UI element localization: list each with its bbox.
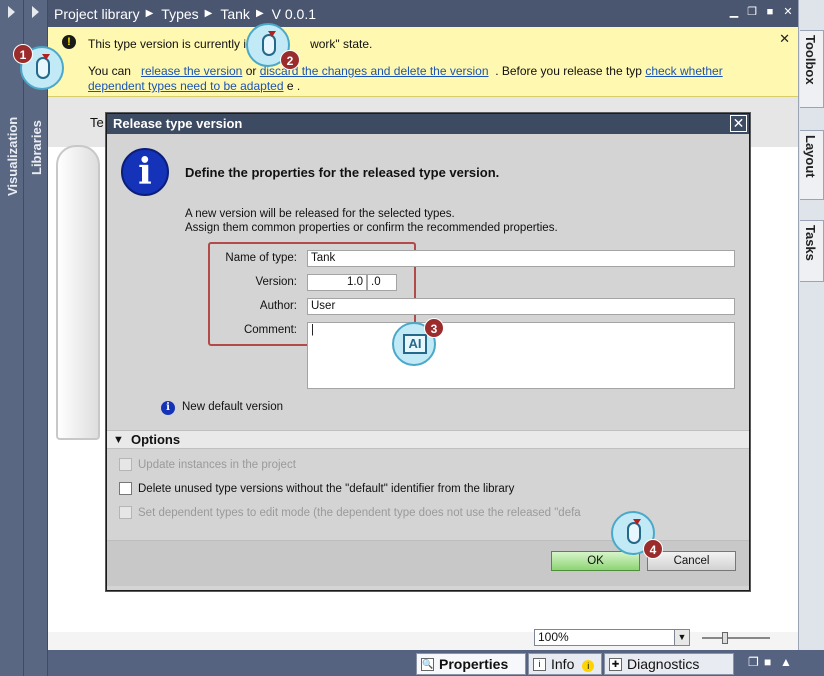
breadcrumb-tank[interactable]: Tank: [220, 6, 250, 22]
breadcrumb-version[interactable]: V 0.0.1: [272, 6, 316, 22]
dialog-heading: Define the properties for the released t…: [185, 165, 500, 180]
tab-diagnostics-label: Diagnostics: [627, 656, 700, 672]
diagnostics-icon: ✚: [609, 658, 622, 671]
layout-tab-label: Layout: [803, 135, 818, 178]
expand-arrow-icon[interactable]: [32, 6, 39, 18]
properties-icon: 🔍: [421, 658, 434, 671]
option-update-instances-label: Update instances in the project: [138, 458, 296, 471]
tab-properties[interactable]: 🔍 Properties: [416, 653, 526, 675]
left-side-panels: Visualization Libraries: [0, 0, 48, 676]
step-marker: 1: [13, 44, 33, 64]
release-version-link[interactable]: release the version: [141, 64, 242, 78]
dialog-description-line1: A new version will be released for the s…: [185, 208, 455, 220]
option-set-dependent-types-label: Set dependent types to edit mode (the de…: [138, 506, 581, 519]
step-marker: 4: [643, 539, 663, 559]
expand-arrow-icon[interactable]: [8, 6, 15, 18]
options-section-header[interactable]: ▼ Options: [107, 430, 749, 449]
info-bar-status-end: work" state.: [310, 37, 373, 51]
comment-label: Comment:: [243, 324, 297, 336]
name-of-type-input[interactable]: Tank: [307, 250, 735, 267]
window-controls: ▁ ❐ ■ ✕: [728, 6, 794, 18]
breadcrumb-project-library[interactable]: Project library: [54, 6, 140, 22]
info-icon: i: [533, 658, 546, 671]
tasks-tab-label: Tasks: [803, 225, 818, 261]
dialog-description-line2: Assign them common properties or confirm…: [185, 222, 558, 234]
tab-properties-label: Properties: [439, 656, 509, 672]
version-minor-input[interactable]: .0: [367, 274, 397, 291]
name-of-type-label: Name of type:: [225, 252, 297, 264]
warning-icon: !: [62, 35, 76, 49]
chevron-down-icon[interactable]: ▼: [113, 431, 124, 449]
zoom-value: 100%: [538, 630, 569, 644]
close-icon[interactable]: ✕: [782, 6, 794, 18]
float-icon[interactable]: ❐: [748, 655, 759, 669]
info-bar-or: or: [245, 64, 257, 78]
option-delete-unused-versions-checkbox[interactable]: [119, 482, 132, 495]
mouse-icon: [262, 31, 276, 56]
option-set-dependent-types[interactable]: Set dependent types to edit mode (the de…: [119, 506, 581, 519]
type-status-info-bar: ! This type version is currently i work" …: [48, 27, 798, 97]
collapse-icon[interactable]: ▲: [780, 655, 792, 669]
text-input-icon: AI: [403, 334, 427, 354]
mouse-icon: [627, 519, 641, 544]
visualization-panel-tab[interactable]: Visualization: [0, 0, 24, 676]
info-bar-you-can: You can: [88, 64, 131, 78]
options-title: Options: [131, 432, 181, 447]
right-side-panels: Toolbox Layout Tasks: [798, 0, 824, 650]
minimize-icon[interactable]: ▁: [728, 6, 740, 18]
info-bar-tail: e .: [286, 79, 301, 93]
zoom-select[interactable]: 100% ▼: [534, 629, 690, 646]
info-bar-status-text: This type version is currently i work" st…: [88, 37, 372, 51]
option-update-instances[interactable]: Update instances in the project: [119, 458, 296, 471]
info-bar-before-release: . Before you release the typ: [495, 64, 642, 78]
info-badge-icon: i: [582, 660, 595, 672]
chevron-down-icon[interactable]: ▼: [674, 630, 689, 645]
float-icon[interactable]: ❐: [746, 6, 758, 18]
option-delete-unused-versions-label: Delete unused type versions without the …: [138, 482, 515, 495]
libraries-tab-label: Libraries: [29, 120, 44, 175]
info-icon: i: [121, 148, 169, 196]
maximize-icon[interactable]: ■: [764, 655, 771, 669]
author-label: Author:: [259, 300, 297, 312]
new-default-version-note: i New default version: [161, 401, 283, 415]
option-delete-unused-versions[interactable]: Delete unused type versions without the …: [119, 482, 514, 495]
layout-tab[interactable]: Layout: [800, 130, 824, 200]
step-marker: 3: [424, 318, 444, 338]
breadcrumb: Project library ▶ Types ▶ Tank ▶ V 0.0.1 ▁ …: [48, 0, 798, 27]
close-icon[interactable]: ✕: [779, 31, 790, 47]
maximize-icon[interactable]: ■: [764, 6, 776, 18]
chevron-right-icon: ▶: [145, 8, 154, 19]
step-marker: 2: [280, 50, 300, 70]
chevron-right-icon: ▶: [255, 8, 264, 19]
toolbox-tab-label: Toolbox: [803, 35, 818, 85]
close-icon[interactable]: ✕: [730, 115, 747, 132]
inspector-tab-bar: 🔍 Properties i Info i ✚ Diagnostics ❐ ■ …: [48, 650, 824, 676]
zoom-slider[interactable]: [702, 632, 770, 644]
chevron-right-icon: ▶: [204, 8, 213, 19]
dialog-title: Release type version: [107, 114, 749, 134]
tab-info[interactable]: i Info i: [528, 653, 602, 675]
breadcrumb-types[interactable]: Types: [161, 6, 198, 22]
tab-diagnostics[interactable]: ✚ Diagnostics: [604, 653, 734, 675]
tab-info-label: Info: [551, 656, 575, 672]
visualization-tab-label: Visualization: [5, 116, 20, 196]
zoom-slider-handle[interactable]: [722, 632, 728, 644]
canvas-label: Te: [90, 115, 104, 130]
info-bar-actions-text: You can release the version or discard t…: [88, 64, 748, 94]
version-label: Version:: [255, 276, 297, 288]
new-default-version-text: New default version: [182, 401, 283, 413]
option-set-dependent-types-checkbox[interactable]: [119, 506, 132, 519]
comment-textarea[interactable]: |: [307, 322, 735, 389]
author-input[interactable]: User: [307, 298, 735, 315]
dialog-description: A new version will be released for the s…: [185, 207, 558, 235]
tank-graphic[interactable]: [56, 145, 100, 440]
tasks-tab[interactable]: Tasks: [800, 220, 824, 282]
mouse-icon: [36, 54, 50, 79]
toolbox-tab[interactable]: Toolbox: [800, 30, 824, 108]
option-update-instances-checkbox[interactable]: [119, 458, 132, 471]
version-major-input[interactable]: 1.0: [307, 274, 367, 291]
info-icon: i: [161, 401, 175, 415]
libraries-panel-tab[interactable]: Libraries: [24, 0, 48, 676]
info-bar-status-start: This type version is currently i: [88, 37, 247, 51]
